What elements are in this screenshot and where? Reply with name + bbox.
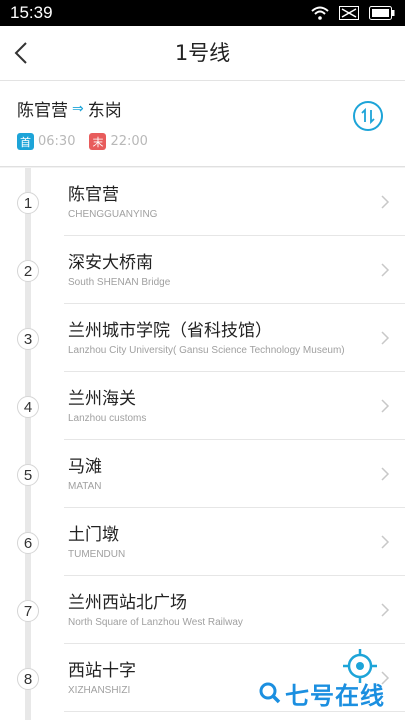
swap-direction-icon bbox=[361, 107, 375, 125]
station-number: 3 bbox=[17, 328, 39, 350]
station-number: 1 bbox=[17, 192, 39, 214]
page-title: 1号线 bbox=[174, 41, 231, 65]
station-pinyin: South SHENAN Bridge bbox=[68, 277, 171, 288]
station-item[interactable]: 7 兰州西站北广场 North Square of Lanzhou West R… bbox=[0, 576, 405, 644]
last-train-badge: 末 bbox=[89, 133, 107, 150]
station-name: 西站十字 bbox=[68, 661, 136, 681]
station-number: 7 bbox=[17, 600, 39, 622]
station-name: 陈官营 bbox=[68, 185, 119, 205]
chevron-right-icon bbox=[381, 467, 390, 481]
station-item[interactable]: 5 马滩 MATAN bbox=[0, 440, 405, 508]
wifi-icon bbox=[311, 6, 329, 20]
row-divider bbox=[64, 711, 405, 712]
station-pinyin: Lanzhou City University( Gansu Science T… bbox=[68, 345, 345, 356]
service-hours: 首 06:30 末 22:00 bbox=[17, 133, 162, 150]
station-name: 马滩 bbox=[68, 457, 102, 477]
watermark: 七号在线 bbox=[258, 678, 385, 710]
chevron-right-icon bbox=[381, 195, 390, 209]
route-destination: 东岗 bbox=[87, 101, 122, 121]
first-train-badge: 首 bbox=[17, 133, 34, 150]
station-pinyin: Lanzhou customs bbox=[68, 413, 147, 424]
station-name: 兰州海关 bbox=[68, 389, 136, 409]
station-number: 5 bbox=[17, 464, 39, 486]
station-item[interactable]: 6 土门墩 TUMENDUN bbox=[0, 508, 405, 576]
station-item[interactable]: 2 深安大桥南 South SHENAN Bridge bbox=[0, 236, 405, 304]
station-item[interactable]: 3 兰州城市学院（省科技馆） Lanzhou City University( … bbox=[0, 304, 405, 372]
signal-icon bbox=[339, 6, 359, 20]
station-name: 深安大桥南 bbox=[68, 253, 153, 273]
watermark-text: 七号在线 bbox=[285, 681, 385, 710]
search-logo-icon bbox=[259, 682, 281, 704]
swap-direction-button[interactable] bbox=[353, 101, 383, 131]
station-item[interactable]: 4 兰州海关 Lanzhou customs bbox=[0, 372, 405, 440]
station-name: 土门墩 bbox=[68, 525, 119, 545]
route-info: 陈官营 ⇒ 东岗 首 06:30 末 22:00 bbox=[0, 81, 405, 167]
route-arrow-icon: ⇒ bbox=[72, 100, 84, 117]
station-pinyin: CHENGGUANYING bbox=[68, 209, 158, 220]
station-pinyin: North Square of Lanzhou West Railway bbox=[68, 617, 243, 628]
route-direction: 陈官营 ⇒ 东岗 bbox=[17, 96, 122, 122]
title-bar: 1号线 bbox=[0, 26, 405, 81]
battery-icon bbox=[369, 6, 395, 20]
station-number: 4 bbox=[17, 396, 39, 418]
chevron-right-icon bbox=[381, 331, 390, 345]
station-name: 兰州城市学院（省科技馆） bbox=[68, 321, 272, 341]
status-bar: 15:39 bbox=[0, 0, 405, 26]
station-item[interactable]: 1 陈官营 CHENGGUANYING bbox=[0, 168, 405, 236]
chevron-right-icon bbox=[381, 399, 390, 413]
last-train-time: 22:00 bbox=[110, 134, 148, 149]
station-pinyin: MATAN bbox=[68, 481, 102, 492]
station-number: 8 bbox=[17, 668, 39, 690]
status-icons bbox=[311, 6, 395, 20]
station-number: 2 bbox=[17, 260, 39, 282]
station-number: 6 bbox=[17, 532, 39, 554]
station-pinyin: XIZHANSHIZI bbox=[68, 685, 131, 696]
route-origin: 陈官营 bbox=[17, 101, 68, 121]
station-list[interactable]: 1 陈官营 CHENGGUANYING 2 深安大桥南 South SHENAN… bbox=[0, 168, 405, 720]
status-time: 15:39 bbox=[10, 3, 53, 22]
chevron-right-icon bbox=[381, 263, 390, 277]
chevron-right-icon bbox=[381, 535, 390, 549]
station-pinyin: TUMENDUN bbox=[68, 549, 126, 560]
chevron-right-icon bbox=[381, 603, 390, 617]
station-name: 兰州西站北广场 bbox=[68, 593, 187, 613]
first-train-time: 06:30 bbox=[38, 134, 76, 149]
